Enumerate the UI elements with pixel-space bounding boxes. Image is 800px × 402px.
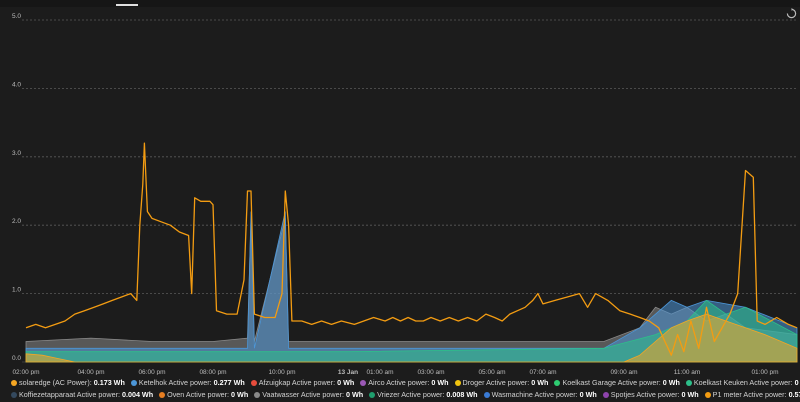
x-tick-label: 09:00 am [610,369,637,375]
y-tick-label: 0.0 [12,355,21,362]
legend-value: 0.277 Wh [213,378,245,387]
legend-value: 0 Wh [337,378,355,387]
legend-item[interactable]: Ketelhok Active power: 0.277 Wh [130,377,245,389]
legend-label: P1 meter Active power: [712,390,789,399]
x-tick-label: 07:00 am [529,369,556,375]
legend-color-dot [685,379,692,386]
legend-item[interactable]: Droger Active power: 0 Wh [454,377,549,389]
legend-label: Oven Active power: [167,390,232,399]
legend-item[interactable]: Koelkast Keuken Active power: 0 Wh [685,377,800,389]
x-tick-label: 10:00 pm [268,369,295,375]
legend-item[interactable]: Wasmachine Active power: 0 Wh [483,389,597,401]
y-tick-label: 5.0 [12,13,21,20]
legend-label: Spotjes Active power: [610,390,682,399]
x-tick-label: 01:00 pm [751,369,778,375]
legend-value: 0 Wh [681,390,699,399]
legend-color-dot [360,379,367,386]
legend-item[interactable]: solaredge (AC Power): 0.173 Wh [11,377,125,389]
legend-item[interactable]: Afzuigkap Active power: 0 Wh [250,377,355,389]
legend-label: Koelkast Keuken Active power: [693,378,795,387]
legend-value: 0 Wh [579,390,597,399]
x-tick-label: 01:00 am [366,369,393,375]
legend-color-dot [250,379,257,386]
x-tick-label: 04:00 pm [77,369,104,375]
legend-value: 0 Wh [794,378,800,387]
legend-color-dot [454,379,461,386]
legend-color-dot [11,379,17,386]
legend-label: Airco Active power: [368,378,432,387]
legend-item[interactable]: Oven Active power: 0 Wh [159,389,248,401]
x-tick-label: 02:00 pm [12,369,39,375]
legend-label: Koelkast Garage Active power: [562,378,663,387]
legend-color-dot [11,391,17,398]
legend-color-dot [369,391,376,398]
y-tick-label: 1.0 [12,287,21,294]
legend-item[interactable]: Koelkast Garage Active power: 0 Wh [554,377,680,389]
x-tick-label: 08:00 pm [199,369,226,375]
legend-item[interactable]: Vaatwasser Active power: 0 Wh [254,389,363,401]
legend-value: 0 Wh [231,390,249,399]
x-tick-label: 11:00 am [674,369,701,375]
legend-color-dot [130,379,137,386]
legend-color-dot [483,391,490,398]
legend-value: 0 Wh [531,378,549,387]
series-layer [25,142,798,363]
legend-label: Vriezer Active power: [377,390,447,399]
y-tick-label: 3.0 [12,150,21,157]
chart-legend: solaredge (AC Power): 0.173 Wh Ketelhok A… [8,377,800,401]
legend-color-dot [159,391,166,398]
legend-item[interactable]: Vriezer Active power: 0.008 Wh [369,389,478,401]
x-tick-label: 13 Jan [338,369,358,375]
legend-color-dot [704,391,711,398]
legend-label: Ketelhok Active power: [138,378,214,387]
legend-row: solaredge (AC Power): 0.173 Wh Ketelhok A… [8,377,800,389]
legend-value: 0.008 Wh [446,390,478,399]
legend-label: Vaatwasser Active power: [262,390,346,399]
legend-item[interactable]: Koffiezetapparaat Active power: 0.004 Wh [11,389,153,401]
x-tick-label: 06:00 pm [138,369,165,375]
x-tick-label: 05:00 am [478,369,505,375]
legend-value: 0.575 Wh [788,390,800,399]
legend-label: Afzuigkap Active power: [258,378,338,387]
legend-value: 0 Wh [431,378,449,387]
x-axis-ticks: 02:00 pm 04:00 pm 06:00 pm 08:00 pm 10:00 pm… [12,369,778,375]
legend-color-dot [254,391,261,398]
legend-value: 0 Wh [662,378,680,387]
power-chart: 0.0 1.0 2.0 3.0 4.0 5.0 02:00 pm 04:00 pm 06:00… [12,13,798,375]
y-tick-label: 2.0 [12,218,21,225]
x-tick-label: 03:00 am [417,369,444,375]
legend-label: Wasmachine Active power: [491,390,580,399]
legend-value: 0 Wh [345,390,364,399]
legend-color-dot [602,391,609,398]
legend-label: Droger Active power: [462,378,532,387]
legend-item[interactable]: Airco Active power: 0 Wh [360,377,449,389]
legend-row: Koffiezetapparaat Active power: 0.004 Wh… [8,389,800,401]
y-tick-label: 4.0 [12,81,21,88]
legend-value: 0.004 Wh [121,390,154,399]
legend-label: solaredge (AC Power): [19,378,94,387]
legend-value: 0.173 Wh [93,378,125,387]
legend-color-dot [554,379,561,386]
legend-item[interactable]: P1 meter Active power: 0.575 Wh [704,389,800,401]
legend-item[interactable]: Spotjes Active power: 0 Wh [602,389,699,401]
legend-label: Koffiezetapparaat Active power: [19,390,122,399]
y-axis-ticks: 0.0 1.0 2.0 3.0 4.0 5.0 [12,13,21,362]
